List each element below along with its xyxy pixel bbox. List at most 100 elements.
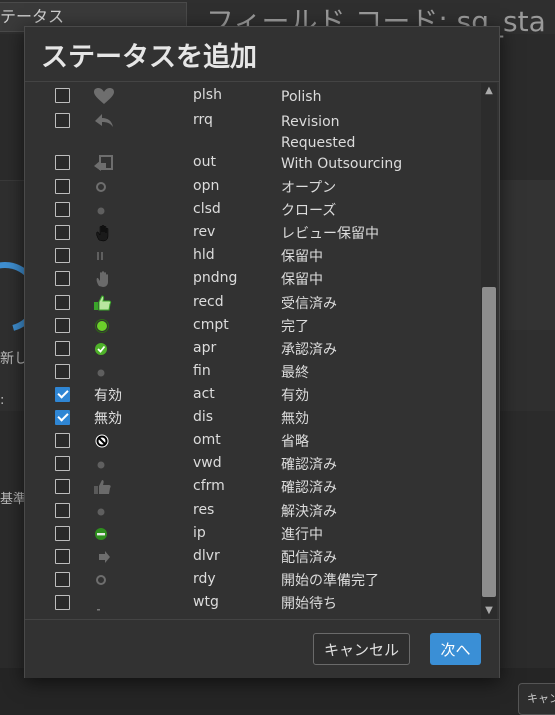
status-row-cmpt[interactable]: cmpt 完了 [25,315,481,338]
status-row-rev[interactable]: rev レビュー保留中 [25,222,481,245]
status-checkbox[interactable] [55,503,70,518]
bg-colon-label: : [0,393,5,408]
app-side-strip [498,180,555,330]
status-checkbox[interactable] [55,88,70,103]
dialog-footer: キャンセル 次へ [25,619,499,678]
status-row-ip[interactable]: ip 進行中 [25,523,481,546]
status-name: 進行中 [281,527,323,543]
dialog-title: ステータスを追加 [41,42,257,73]
ring-icon [93,571,113,589]
status-checkbox[interactable] [55,526,70,541]
status-icon-label: 無効 [94,411,122,427]
status-name: 完了 [281,319,309,335]
status-row-dlvr[interactable]: dlvr 配信済み [25,546,481,569]
scroll-up-icon[interactable]: ▲ [481,83,497,99]
status-row-omt[interactable]: omt 省略 [25,430,481,453]
status-name: Revision Requested [281,114,356,151]
status-row-clsd[interactable]: clsd クローズ [25,199,481,222]
status-checkbox[interactable] [55,155,70,170]
status-checkbox[interactable] [55,318,70,333]
outsource-icon [93,154,113,172]
status-checkbox[interactable] [55,549,70,564]
dot-icon [93,363,113,381]
gray-hand-icon [93,270,113,288]
status-name: 最終 [281,365,309,381]
status-row-pndng[interactable]: pndng 保留中 [25,268,481,291]
green-dot-icon [93,317,113,335]
status-checkbox[interactable] [55,202,70,217]
status-checkbox[interactable] [55,113,70,128]
status-row-rrq[interactable]: rrq Revision Requested [25,110,481,151]
status-icon-label: 有効 [94,388,122,404]
next-button[interactable]: 次へ [430,633,481,665]
status-checkbox[interactable] [55,271,70,286]
status-code: apr [193,340,217,356]
status-name: 解決済み [281,504,337,520]
status-name: 承認済み [281,342,337,358]
status-checkbox[interactable] [55,433,70,448]
status-code: clsd [193,201,221,217]
status-name: 開始の準備完了 [281,573,379,589]
status-code: act [193,386,215,402]
status-checkbox[interactable] [55,572,70,587]
status-checkbox[interactable] [55,479,70,494]
status-name: 省略 [281,434,309,450]
status-row-res[interactable]: res 解決済み [25,500,481,523]
status-checkbox[interactable] [55,364,70,379]
status-code: dis [193,409,214,425]
dot-icon [93,455,113,473]
status-code: rdy [193,571,216,587]
status-checkbox[interactable] [55,387,70,402]
status-checkbox[interactable] [55,248,70,263]
status-row-vwd[interactable]: vwd 確認済み [25,453,481,476]
hand-icon [93,224,113,242]
status-code: res [193,502,215,518]
status-name: オープン [281,180,337,196]
status-code: ip [193,525,206,541]
status-name: With Outsourcing [281,156,403,172]
status-code: wtg [193,594,219,610]
status-name: Polish [281,89,322,105]
cancel-button[interactable]: キャンセル [313,633,410,665]
status-checkbox[interactable] [55,225,70,240]
status-code: fin [193,363,211,379]
thumbs-up-gray-icon [93,478,113,496]
status-checkbox[interactable] [55,341,70,356]
reply-arrow-icon [93,112,113,130]
status-checkbox[interactable] [55,456,70,471]
status-row-fin[interactable]: fin 最終 [25,361,481,384]
status-code: vwd [193,455,222,471]
in-progress-icon [93,525,113,543]
status-code: pndng [193,270,238,286]
scroll-down-icon[interactable]: ▼ [481,603,497,619]
status-code: cmpt [193,317,229,333]
add-status-dialog: ステータスを追加 plsh Polish rrq Revision Requested… [24,26,500,678]
scrollbar[interactable]: ▲ ▼ [481,83,497,619]
status-row-cfrm[interactable]: cfrm 確認済み [25,476,481,499]
status-checkbox[interactable] [55,295,70,310]
prohibited-icon [93,432,113,450]
scrollbar-thumb[interactable] [482,287,496,597]
status-row-rdy[interactable]: rdy 開始の準備完了 [25,569,481,592]
bg-cancel-button[interactable]: キャンセ [518,683,555,715]
status-row-dis[interactable]: 無効 dis 無効 [25,407,481,430]
status-row-plsh[interactable]: plsh Polish [25,85,481,108]
status-checkbox[interactable] [55,410,70,425]
status-list[interactable]: plsh Polish rrq Revision Requested out With O… [25,83,499,619]
status-code: out [193,154,216,170]
status-row-act[interactable]: 有効 act 有効 [25,384,481,407]
status-row-apr[interactable]: apr 承認済み [25,338,481,361]
status-row-hld[interactable]: hld 保留中 [25,245,481,268]
status-row-opn[interactable]: opn オープン [25,176,481,199]
status-row-recd[interactable]: recd 受信済み [25,292,481,315]
status-row-out[interactable]: out With Outsourcing [25,152,481,175]
status-checkbox[interactable] [55,595,70,610]
status-name: 開始待ち [281,596,337,612]
status-code: rev [193,224,216,240]
status-row-wtg[interactable]: wtg 開始待ち [25,592,481,615]
status-name: レビュー保留中 [281,226,379,242]
bg-base-label: 基準 [0,492,27,507]
status-checkbox[interactable] [55,179,70,194]
dialog-header: ステータスを追加 [25,27,499,82]
deliver-arrow-icon [93,548,113,566]
